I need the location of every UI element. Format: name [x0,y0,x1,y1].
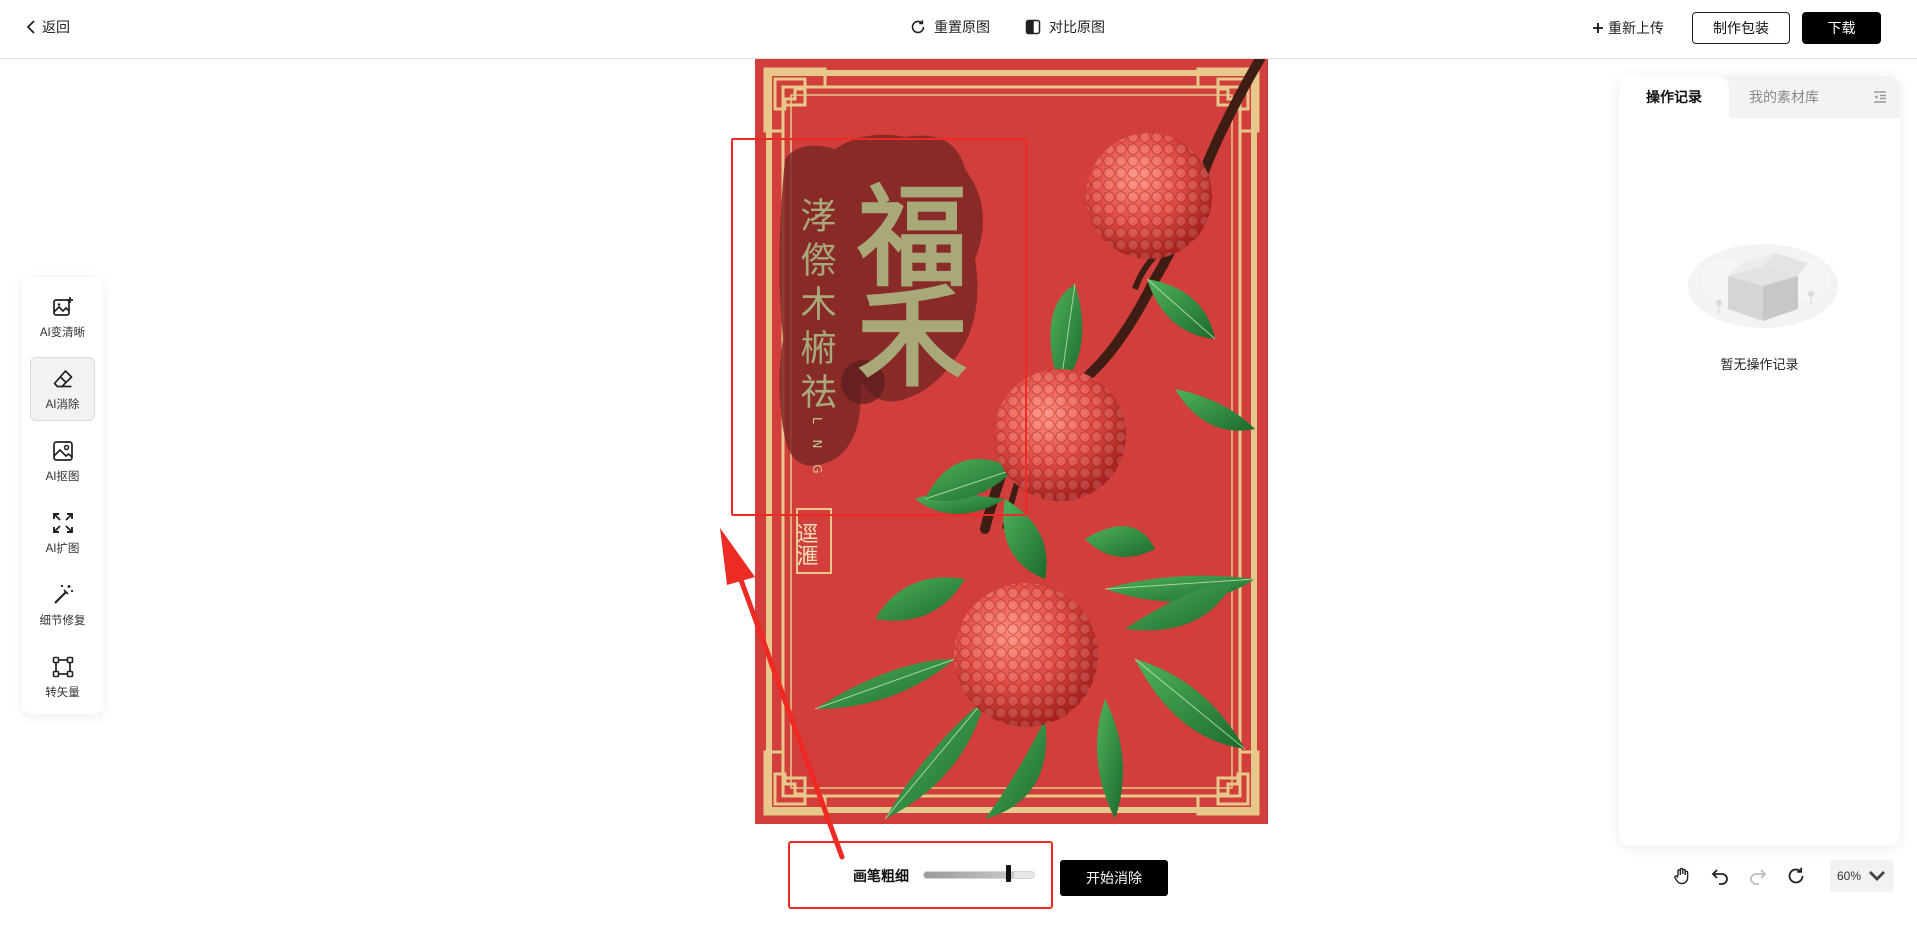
magic-wand-icon [53,584,73,604]
compare-original-label: 对比原图 [1049,19,1105,35]
ai-tools-panel: AI变清晰 AI消除 AI抠图 AI扩图 细节修复 转矢量 [22,277,103,714]
make-package-button[interactable]: 制作包装 [1692,12,1790,44]
empty-history-text: 暂无操作记录 [1720,357,1799,372]
image-enhance-icon [52,296,73,316]
poster-seal-text: 逕滙 [793,522,819,566]
make-package-label: 制作包装 [1713,20,1769,36]
chevron-down-icon [1869,871,1886,881]
tool-ai-cutout[interactable]: AI抠图 [30,429,95,493]
tab-my-assets-label: 我的素材库 [1749,89,1819,105]
editing-canvas[interactable]: 涍傺木椨祛 福禾 L N G 逕滙 [755,59,1268,824]
poster-big-chars: 福禾 [839,179,969,387]
download-label: 下载 [1827,20,1856,36]
back-button[interactable]: 返回 [26,17,70,37]
tab-operation-history[interactable]: 操作记录 [1619,76,1729,118]
reupload-button[interactable]: 重新上传 [1576,12,1680,44]
tool-to-vector-label: 转矢量 [45,686,80,699]
back-label: 返回 [42,19,70,35]
download-button[interactable]: 下载 [1802,12,1881,44]
zoom-select[interactable]: 60% [1830,860,1894,892]
history-panel: 操作记录 我的素材库 暂无操作记录 [1619,76,1900,846]
image-cutout-icon [52,440,73,461]
chevron-left-icon [26,20,35,34]
tab-my-assets[interactable]: 我的素材库 [1729,76,1839,118]
tab-operation-history-label: 操作记录 [1646,89,1702,105]
brush-toolbar: 画笔粗细 开始消除 [790,843,1170,907]
redo-icon[interactable] [1748,866,1768,886]
tool-detail-repair-label: 细节修复 [39,614,86,627]
brush-size-slider[interactable] [923,871,1035,879]
eraser-icon [53,369,72,387]
plus-icon [1593,23,1603,33]
undo-icon[interactable] [1710,866,1730,886]
poster-small-latin: L N G [810,417,824,480]
tool-ai-erase[interactable]: AI消除 [30,357,95,421]
empty-box-illustration [1688,244,1838,328]
tool-ai-expand[interactable]: AI扩图 [30,501,95,565]
tool-detail-repair[interactable]: 细节修复 [30,573,95,637]
top-toolbar: 返回 重置原图 对比原图 重新上传 制作包装 下载 [0,0,1917,59]
canvas-controls: 60% [1672,860,1894,892]
expand-icon [52,512,73,533]
hand-pan-icon[interactable] [1672,866,1692,886]
vector-icon [52,656,73,677]
reupload-label: 重新上传 [1608,20,1664,36]
refresh-canvas-icon[interactable] [1786,866,1806,886]
brush-size-label: 画笔粗细 [853,868,909,884]
split-compare-icon [1025,19,1041,35]
lychee-poster-image: 涍傺木椨祛 福禾 L N G 逕滙 [755,59,1268,824]
tool-to-vector[interactable]: 转矢量 [30,645,95,709]
start-erase-label: 开始消除 [1086,870,1142,886]
tool-ai-expand-label: AI扩图 [45,542,80,555]
reset-original-label: 重置原图 [934,19,990,35]
reset-original-button[interactable]: 重置原图 [910,17,990,37]
compare-original-button[interactable]: 对比原图 [1025,17,1105,37]
refresh-icon [911,20,925,34]
collapse-panel-icon[interactable] [1872,89,1888,105]
tool-ai-cutout-label: AI抠图 [45,470,80,483]
poster-vertical-text: 涍傺木椨祛 [795,197,836,417]
brush-size-slider-handle[interactable] [1006,865,1011,882]
zoom-value: 60% [1836,869,1862,883]
tool-ai-enhance[interactable]: AI变清晰 [30,285,95,349]
tool-ai-enhance-label: AI变清晰 [39,326,86,339]
tool-ai-erase-label: AI消除 [45,398,80,411]
start-erase-button[interactable]: 开始消除 [1060,860,1168,896]
